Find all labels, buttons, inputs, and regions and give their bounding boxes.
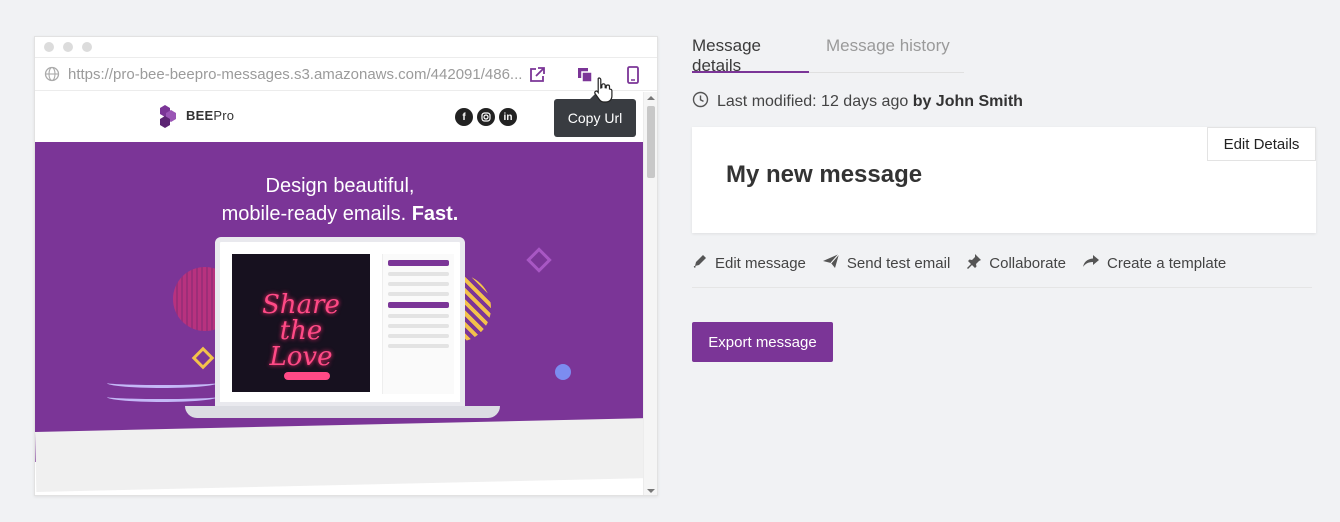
message-actions: Edit message Send test email Collaborate… — [692, 252, 1312, 288]
preview-scrollbar[interactable] — [643, 92, 657, 495]
neon-button — [284, 372, 330, 380]
pencil-icon — [692, 253, 708, 273]
window-dot — [63, 42, 73, 52]
bee-pro-logo: BEEPro — [157, 102, 234, 128]
neon-text: Share the Love — [262, 290, 340, 372]
email-headline: Design beautiful, mobile-ready emails. F… — [35, 172, 645, 228]
logo-bold: BEE — [186, 107, 214, 123]
message-tabs: Message details Message history — [692, 30, 964, 75]
copy-url-tooltip: Copy Url — [554, 93, 636, 137]
message-card: My new message Edit Details — [692, 127, 1316, 233]
decorative-diamond — [526, 247, 552, 273]
last-modified-text: Last modified: 12 days ago — [717, 93, 909, 110]
edit-details-button[interactable]: Edit Details — [1207, 127, 1316, 161]
message-title: My new message — [726, 161, 923, 188]
window-dot — [44, 42, 54, 52]
globe-icon — [43, 65, 61, 83]
logo-light: Pro — [213, 107, 235, 123]
window-dot — [82, 42, 92, 52]
clock-icon — [692, 91, 709, 113]
last-modified: Last modified: 12 days ago by John Smith — [692, 91, 1023, 113]
collaborate-label: Collaborate — [989, 254, 1066, 272]
decorative-diamond — [191, 346, 215, 370]
window-controls — [35, 37, 657, 57]
laptop-base — [185, 406, 500, 418]
scroll-up-icon[interactable] — [647, 96, 655, 100]
url-bar: https://pro-bee-beepro-messages.s3.amazo… — [35, 57, 657, 91]
decorative-dot — [555, 364, 571, 380]
mobile-preview-icon[interactable] — [623, 65, 643, 85]
scroll-down-icon[interactable] — [647, 489, 655, 493]
paper-plane-icon — [822, 253, 840, 273]
decorative-wave — [107, 392, 217, 402]
create-template-action[interactable]: Create a template — [1082, 252, 1226, 274]
headline-line-1: Design beautiful, — [265, 175, 415, 197]
editor-side-panel — [382, 254, 454, 394]
send-test-email-label: Send test email — [846, 254, 951, 272]
tab-message-details[interactable]: Message details — [692, 30, 809, 75]
share-arrow-icon — [1082, 253, 1100, 273]
facebook-icon[interactable]: f — [455, 108, 473, 126]
headline-emphasis: Fast. — [411, 203, 459, 225]
open-external-icon[interactable] — [527, 65, 547, 85]
headline-line-2: mobile-ready emails. — [221, 203, 407, 225]
email-hero: Design beautiful, mobile-ready emails. F… — [35, 142, 645, 462]
laptop-illustration: Share the Love — [215, 237, 465, 407]
export-message-button[interactable]: Export message — [692, 322, 833, 362]
instagram-icon[interactable] — [477, 108, 495, 126]
decorative-wave — [107, 378, 217, 388]
hand-cursor-icon — [594, 77, 613, 103]
tab-message-history[interactable]: Message history — [826, 30, 950, 73]
scroll-thumb[interactable] — [647, 106, 655, 178]
modified-by: by John Smith — [912, 93, 1023, 110]
preview-url[interactable]: https://pro-bee-beepro-messages.s3.amazo… — [68, 66, 528, 83]
collaborate-action[interactable]: Collaborate — [966, 252, 1066, 274]
create-template-label: Create a template — [1107, 254, 1227, 272]
email-preview-viewport: BEEPro f in Design beautiful, mobile-rea… — [35, 92, 645, 495]
edit-message-label: Edit message — [715, 254, 806, 272]
pin-icon — [966, 253, 982, 273]
social-icons: f in — [455, 108, 517, 126]
linkedin-icon[interactable]: in — [499, 108, 517, 126]
send-test-email-action[interactable]: Send test email — [822, 252, 950, 274]
neon-artwork: Share the Love — [232, 254, 370, 392]
edit-message-action[interactable]: Edit message — [692, 252, 806, 274]
